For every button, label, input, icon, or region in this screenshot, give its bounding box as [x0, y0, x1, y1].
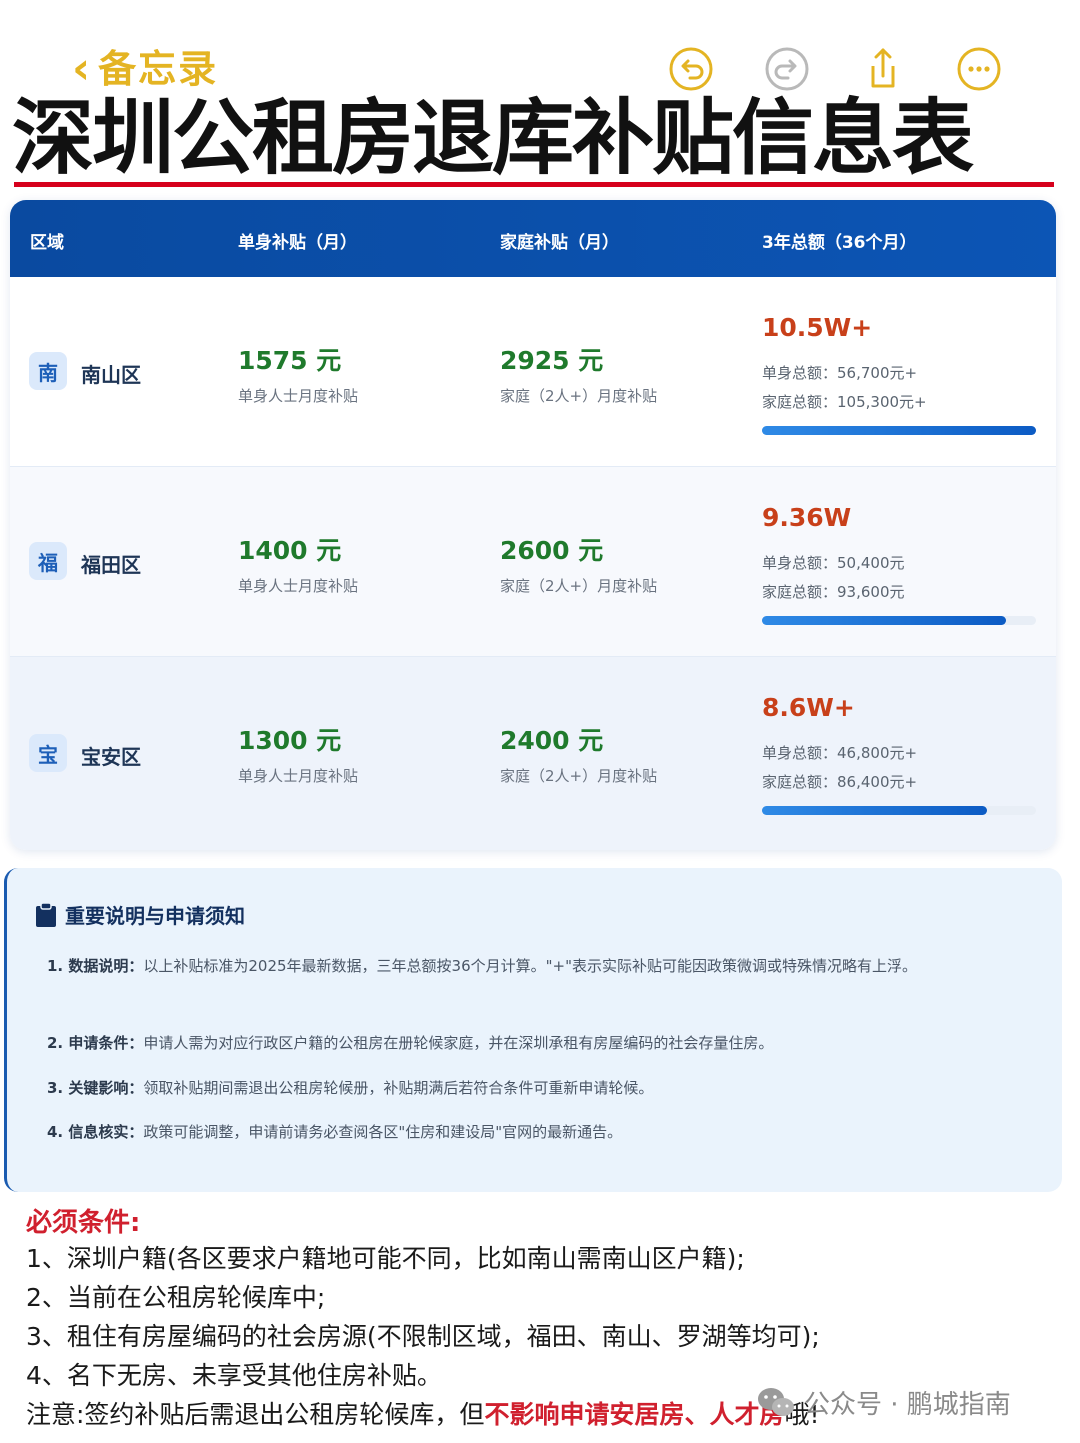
requirement-line: 2、当前在公租房轮候库中;: [26, 1283, 326, 1312]
district-badge: 宝: [29, 734, 67, 772]
district-name: 宝安区: [81, 745, 141, 769]
family-amount: 2400 元: [500, 726, 604, 755]
requirement-line: 3、租住有房屋编码的社会房源(不限制区域，福田、南山、罗湖等均可);: [26, 1322, 820, 1351]
share-icon[interactable]: [860, 46, 906, 92]
page-title: 深圳公租房退库补贴信息表: [12, 90, 974, 186]
notice-heading: 重要说明与申请须知: [35, 900, 245, 929]
family-amount: 2600 元: [500, 536, 604, 565]
notice-title: 重要说明与申请须知: [65, 904, 245, 928]
header-region: 区域: [30, 233, 64, 253]
district-name: 南山区: [81, 363, 141, 387]
subsidy-table: 区域 单身补贴（月） 家庭补贴（月） 3年总额（36个月） 南 南山区 1575…: [10, 200, 1056, 850]
family-total: 家庭总额：93,600元: [762, 583, 905, 601]
header-total: 3年总额（36个月）: [762, 233, 917, 253]
notice-item: 1. 数据说明：以上补贴标准为2025年最新数据，三年总额按36个月计算。"+"…: [47, 957, 917, 975]
district-name: 福田区: [81, 553, 141, 577]
single-total: 单身总额：50,400元: [762, 554, 905, 572]
total-amount: 9.36W: [762, 503, 852, 532]
total-progress-bar: [762, 806, 1036, 815]
title-underline: [14, 182, 1054, 187]
table-header: 区域 单身补贴（月） 家庭补贴（月） 3年总额（36个月）: [10, 200, 1056, 277]
total-progress-bar: [762, 426, 1036, 435]
family-total: 家庭总额：105,300元+: [762, 393, 927, 411]
top-bar: ‹ 备忘录: [0, 0, 1080, 100]
district-badge: 南: [29, 352, 67, 390]
watermark-text: 公众号 · 鹏城指南: [804, 1390, 1011, 1420]
header-family: 家庭补贴（月）: [500, 233, 619, 253]
undo-icon[interactable]: [668, 46, 714, 92]
notice-item: 2. 申请条件：申请人需为对应行政区户籍的公租房在册轮候家庭，并在深圳承租有房屋…: [47, 1034, 774, 1052]
family-note: 家庭（2人+）月度补贴: [500, 767, 658, 785]
requirements-title: 必须条件:: [26, 1208, 141, 1238]
table-row: 南 南山区 1575 元 单身人士月度补贴 2925 元 家庭（2人+）月度补贴…: [10, 277, 1056, 467]
family-note: 家庭（2人+）月度补贴: [500, 577, 658, 595]
watermark: 公众号 · 鹏城指南: [756, 1384, 1011, 1421]
table-row: 福 福田区 1400 元 单身人士月度补贴 2600 元 家庭（2人+）月度补贴…: [10, 467, 1056, 657]
notice-box: 重要说明与申请须知 1. 数据说明：以上补贴标准为2025年最新数据，三年总额按…: [4, 868, 1062, 1192]
family-note: 家庭（2人+）月度补贴: [500, 387, 658, 405]
notice-item: 3. 关键影响：领取补贴期间需退出公租房轮候册，补贴期满后若符合条件可重新申请轮…: [47, 1079, 654, 1097]
header-single: 单身补贴（月）: [238, 233, 357, 253]
family-amount: 2925 元: [500, 346, 604, 375]
total-progress-bar: [762, 616, 1036, 625]
district-badge: 福: [29, 542, 67, 580]
single-total: 单身总额：46,800元+: [762, 744, 918, 762]
wechat-icon: [758, 1387, 794, 1416]
single-amount: 1300 元: [238, 726, 342, 755]
family-total: 家庭总额：86,400元+: [762, 773, 918, 791]
more-icon[interactable]: [956, 46, 1002, 92]
total-amount: 8.6W+: [762, 693, 855, 722]
single-note: 单身人士月度补贴: [238, 577, 359, 595]
redo-icon[interactable]: [764, 46, 810, 92]
requirement-line: 1、深圳户籍(各区要求户籍地可能不同，比如南山需南山区户籍);: [26, 1244, 745, 1273]
total-amount: 10.5W+: [762, 313, 873, 342]
clipboard-icon: [36, 901, 56, 927]
single-amount: 1400 元: [238, 536, 342, 565]
single-total: 单身总额：56,700元+: [762, 364, 918, 382]
single-amount: 1575 元: [238, 346, 342, 375]
single-note: 单身人士月度补贴: [238, 387, 359, 405]
single-note: 单身人士月度补贴: [238, 767, 359, 785]
table-row: 宝 宝安区 1300 元 单身人士月度补贴 2400 元 家庭（2人+）月度补贴…: [10, 657, 1056, 850]
notice-item: 4. 信息核实：政策可能调整，申请前请务必查阅各区"住房和建设局"官网的最新通告…: [47, 1123, 623, 1141]
